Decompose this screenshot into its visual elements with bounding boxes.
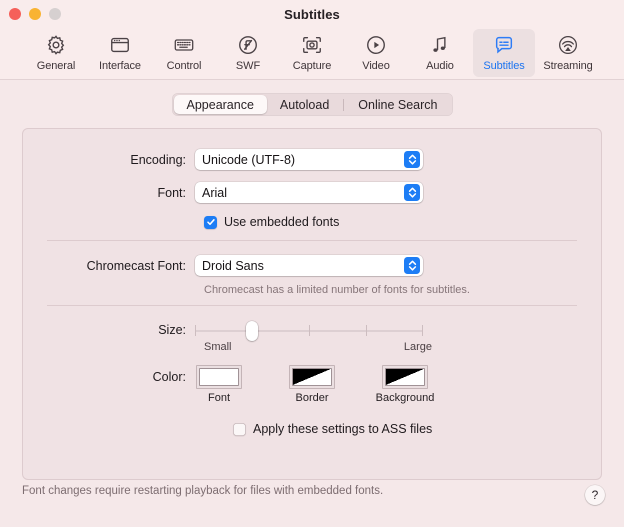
size-slider[interactable] <box>195 320 423 341</box>
subtitle-bubble-icon <box>493 33 515 57</box>
toolbar-label-capture: Capture <box>292 60 332 72</box>
font-color-swatch <box>200 369 238 385</box>
toolbar-item-interface[interactable]: Interface <box>89 29 151 77</box>
preferences-toolbar: General Interface Control SWF Capture Vi… <box>0 28 624 80</box>
divider <box>47 305 577 306</box>
toolbar-label-video: Video <box>362 60 390 72</box>
toolbar-label-audio: Audio <box>426 60 454 72</box>
tab-label-appearance: Appearance <box>186 97 254 112</box>
font-row: Font: Arial <box>47 182 577 203</box>
toolbar-label-streaming: Streaming <box>543 60 593 72</box>
background-color-well[interactable] <box>383 366 427 388</box>
close-button[interactable] <box>9 8 21 20</box>
apply-ass-label: Apply these settings to ASS files <box>253 422 433 436</box>
keyboard-icon <box>173 33 195 57</box>
play-circle-icon <box>365 33 387 57</box>
camera-icon <box>301 33 323 57</box>
tab-appearance[interactable]: Appearance <box>173 95 267 114</box>
font-color-well[interactable] <box>197 366 241 388</box>
chromecast-font-label: Chromecast Font: <box>86 258 186 273</box>
slider-tick <box>309 325 310 336</box>
slider-tick <box>195 325 196 336</box>
toolbar-item-control[interactable]: Control <box>153 29 215 77</box>
titlebar: Subtitles <box>0 0 624 28</box>
window-icon <box>109 33 131 57</box>
apply-ass-row: Apply these settings to ASS files <box>47 422 577 436</box>
preferences-body: Appearance Autoload Online Search Encodi… <box>0 80 624 527</box>
tabstrip-container: Appearance Autoload Online Search <box>22 93 602 116</box>
color-well-group-border: Border <box>288 366 336 404</box>
chromecast-font-select[interactable]: Droid Sans <box>195 255 423 276</box>
toolbar-item-audio[interactable]: Audio <box>409 29 471 77</box>
gear-icon <box>45 33 67 57</box>
tab-separator <box>343 98 345 111</box>
color-well-group-background: Background <box>376 366 434 404</box>
font-color-caption: Font <box>207 392 230 404</box>
border-color-well[interactable] <box>290 366 334 388</box>
apply-ass-checkbox[interactable] <box>233 422 246 436</box>
use-embedded-fonts-checkbox[interactable] <box>204 215 217 229</box>
tab-label-autoload: Autoload <box>279 97 330 112</box>
chevron-updown-icon <box>404 184 420 201</box>
font-select[interactable]: Arial <box>195 182 423 203</box>
background-color-caption: Background <box>375 392 435 404</box>
toolbar-item-subtitles[interactable]: Subtitles <box>473 29 535 77</box>
toolbar-label-interface: Interface <box>99 60 141 72</box>
tab-online-search[interactable]: Online Search <box>345 95 450 114</box>
toolbar-label-subtitles: Subtitles <box>483 60 525 72</box>
toolbar-label-general: General <box>36 60 76 72</box>
chromecast-font-row: Chromecast Font: Droid Sans <box>47 255 577 276</box>
help-button[interactable]: ? <box>585 485 605 505</box>
slider-tick <box>422 325 423 336</box>
airplay-icon <box>557 33 579 57</box>
chromecast-font-hint: Chromecast has a limited number of fonts… <box>204 284 470 296</box>
toolbar-label-swf: SWF <box>235 60 261 72</box>
color-row: Color: Font Border Background <box>47 366 577 404</box>
flash-icon <box>237 33 259 57</box>
slider-max-label: Large <box>403 341 432 353</box>
toolbar-item-video[interactable]: Video <box>345 29 407 77</box>
encoding-select[interactable]: Unicode (UTF-8) <box>195 149 423 170</box>
use-embedded-fonts-label: Use embedded fonts <box>224 215 340 229</box>
border-color-swatch <box>293 369 331 385</box>
color-well-group-font: Font <box>195 366 243 404</box>
tabstrip: Appearance Autoload Online Search <box>171 93 453 116</box>
music-note-icon <box>429 33 451 57</box>
appearance-panel: Encoding: Unicode (UTF-8) Font: Arial Us… <box>22 128 602 480</box>
tab-label-online-search: Online Search <box>358 97 438 112</box>
toolbar-item-capture[interactable]: Capture <box>281 29 343 77</box>
size-label: Size: <box>158 323 186 337</box>
toolbar-label-control: Control <box>166 60 202 72</box>
use-embedded-fonts-row: Use embedded fonts <box>47 215 577 229</box>
preferences-window: Subtitles General Interface Control SWF … <box>0 0 624 527</box>
encoding-label: Encoding: <box>130 152 186 167</box>
chromecast-font-value: Droid Sans <box>202 258 264 273</box>
encoding-value: Unicode (UTF-8) <box>202 152 296 167</box>
tab-autoload[interactable]: Autoload <box>267 95 342 114</box>
chevron-updown-icon <box>404 151 420 168</box>
border-color-caption: Border <box>295 392 329 404</box>
slider-end-labels: Small Large <box>204 341 432 353</box>
size-row: Size: <box>47 320 577 341</box>
slider-min-label: Small <box>204 341 232 353</box>
slider-knob[interactable] <box>246 321 258 341</box>
color-wells: Font Border Background <box>195 366 434 404</box>
encoding-row: Encoding: Unicode (UTF-8) <box>47 149 577 170</box>
chevron-updown-icon <box>404 257 420 274</box>
font-value: Arial <box>202 185 228 200</box>
toolbar-item-streaming[interactable]: Streaming <box>537 29 599 77</box>
color-label: Color: <box>152 370 186 384</box>
divider <box>47 240 577 241</box>
zoom-button <box>49 8 61 20</box>
font-label: Font: <box>157 185 187 200</box>
minimize-button[interactable] <box>29 8 41 20</box>
window-title: Subtitles <box>284 6 340 22</box>
traffic-light-group <box>0 8 61 20</box>
slider-tick <box>366 325 367 336</box>
toolbar-item-general[interactable]: General <box>25 29 87 77</box>
background-color-swatch <box>386 369 424 385</box>
toolbar-item-swf[interactable]: SWF <box>217 29 279 77</box>
help-label: ? <box>591 488 599 502</box>
footer-note: Font changes require restarting playback… <box>22 485 384 497</box>
